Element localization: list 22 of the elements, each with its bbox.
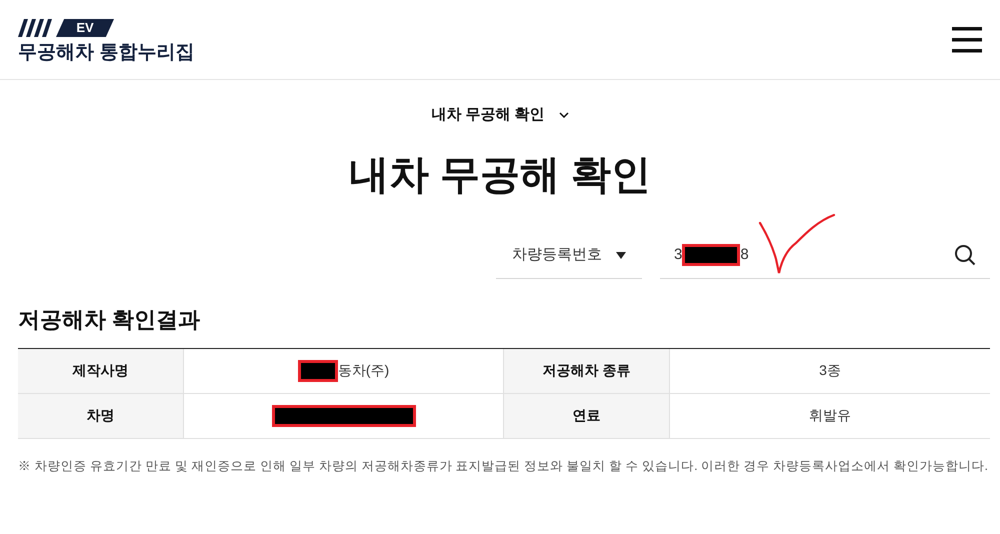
search-icon[interactable] — [954, 244, 976, 266]
cell-text: 3종 — [819, 361, 841, 380]
search-type-select[interactable]: 차량등록번호 — [496, 232, 642, 278]
cell-text: 휘발유 — [809, 406, 851, 425]
dropdown-triangle-icon — [616, 252, 626, 258]
cell-text: 제작사명 — [72, 361, 128, 380]
field-value: 3 — [674, 244, 682, 265]
page-title: 내차 무공해 확인 — [348, 154, 652, 194]
cell-text: 차명 — [86, 406, 114, 425]
logo-badge: EV — [56, 19, 114, 37]
cell-text: 연료 — [572, 406, 600, 425]
search-field[interactable]: 3 8 — [660, 232, 990, 278]
chevron-down-icon — [558, 112, 569, 118]
field-value: 8 — [740, 244, 749, 265]
section-title: 저공해차 확인결과 — [18, 308, 202, 330]
menu-icon[interactable] — [952, 26, 982, 52]
cell-text: 저공해차 종류 — [542, 361, 630, 380]
site-title[interactable]: 무공해차 통합누리집 — [18, 43, 194, 62]
cell-text: 동차(주) — [338, 361, 390, 380]
stripes-icon — [18, 19, 54, 37]
breadcrumb-dropdown[interactable]: 내차 무공해 확인 — [431, 104, 569, 126]
notice-text: ※ 차량인증 유효기간 만료 및 재인증으로 인해 일부 차량의 저공해차종류가 표지발급된 정보와 불일치 할 수 있습니다. 이러한 경우 차량등록사업소에서 확인가능합니다. — [18, 458, 989, 474]
